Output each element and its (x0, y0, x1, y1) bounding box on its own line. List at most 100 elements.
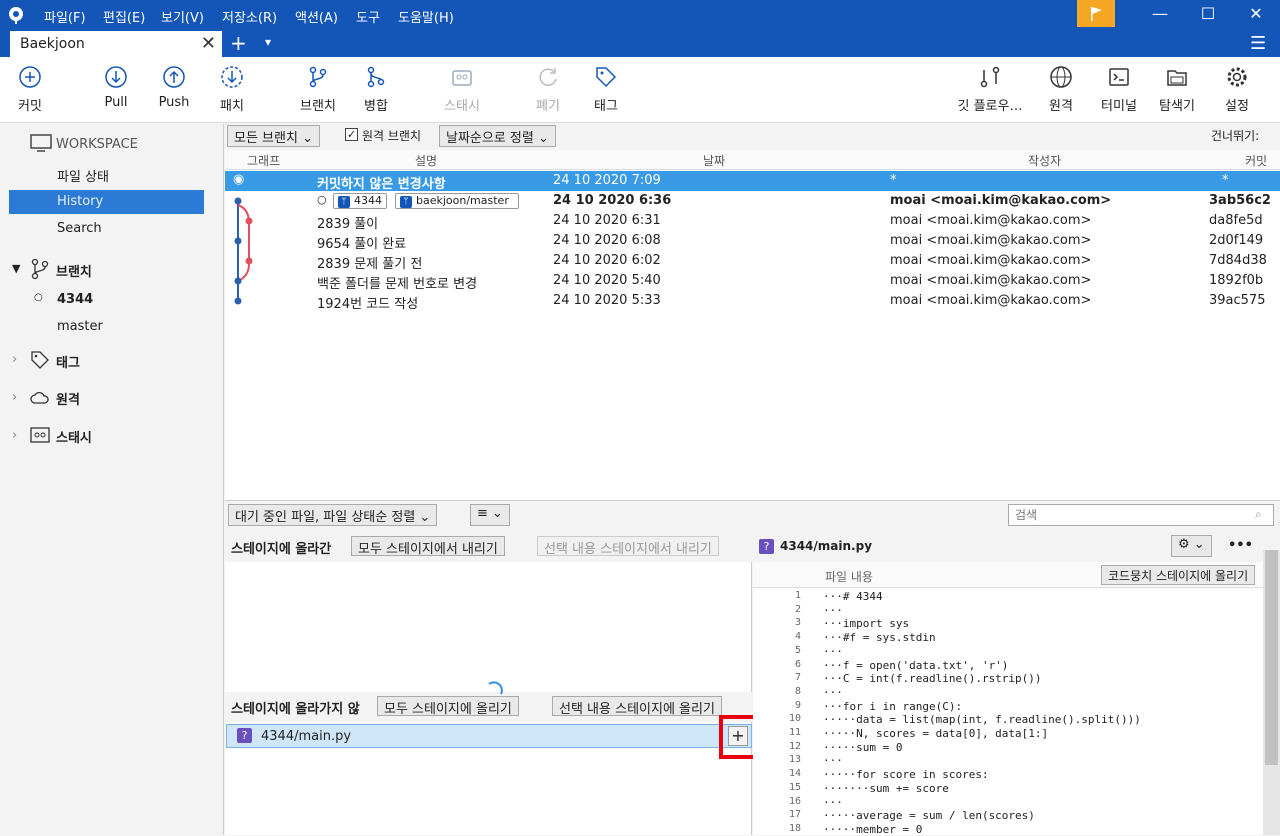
tab-label: Baekjoon (20, 36, 85, 52)
col-graph[interactable]: 그래프 (247, 152, 280, 169)
commit-button[interactable]: 커밋 (0, 65, 60, 114)
explorer-label: 탐색기 (1159, 99, 1195, 114)
menu-view[interactable]: 보기(V) (161, 7, 204, 26)
line-number: 4 (794, 631, 801, 643)
remote-badge-master[interactable]: ᛘ baekjoon/master (395, 193, 519, 209)
col-author[interactable]: 작성자 (1028, 152, 1061, 169)
tag-button[interactable]: 태그 (576, 65, 636, 114)
patch-button[interactable]: 패치 (202, 65, 262, 114)
col-date[interactable]: 날짜 (703, 152, 725, 169)
sidebar-section-branches[interactable]: 브랜치 (56, 261, 92, 280)
remote-label: 원격 (1049, 99, 1073, 114)
stash-icon (30, 426, 50, 448)
line-number: 3 (794, 617, 801, 629)
all-branches-dropdown[interactable]: 모든 브랜치 ⌄ (227, 125, 320, 147)
unstage-all-button[interactable]: 모두 스테이지에서 내리기 (351, 536, 505, 557)
sidebar-item-branch-master[interactable]: master (57, 319, 103, 334)
merge-button[interactable]: 병합 (346, 65, 406, 114)
sidebar-item-search[interactable]: Search (57, 221, 102, 236)
view-mode-dropdown[interactable]: ≡ ⌄ (470, 504, 510, 526)
line-number: 15 (788, 781, 801, 793)
code-line: ··· (823, 644, 843, 658)
pull-button[interactable]: Pull (86, 65, 146, 110)
gitflow-button[interactable]: 깃 플로우… (952, 65, 1028, 114)
maximize-icon[interactable]: ☐ (1193, 4, 1223, 26)
menu-edit[interactable]: 편집(E) (103, 7, 145, 26)
tab-dropdown-icon[interactable]: ▾ (265, 35, 271, 49)
sidebar-item-file-status[interactable]: 파일 상태 (57, 166, 109, 185)
ref-badges: ᛘ 4344 ᛘ baekjoon/master (333, 193, 527, 209)
discard-label: 폐기 (536, 99, 560, 114)
flag-icon[interactable] (1077, 0, 1115, 27)
col-description[interactable]: 설명 (415, 152, 437, 169)
tab-baekjoon[interactable]: Baekjoon ✕ (10, 31, 222, 57)
tag-icon (596, 67, 617, 88)
unstaged-file-row[interactable]: ? 4344/main.py (226, 724, 752, 748)
chevron-right-icon[interactable]: › (12, 428, 17, 443)
diff-options-dropdown[interactable]: ⚙ ⌄ (1171, 535, 1212, 557)
settings-button[interactable]: 설정 (1207, 65, 1267, 114)
chevron-right-icon[interactable]: › (12, 352, 17, 367)
history-row[interactable]: 1924번 코드 작성 24 10 2020 5:33 moai <moai.k… (225, 291, 1280, 312)
uncommitted-node-icon: ◉ (233, 172, 245, 187)
history-row[interactable]: 백준 폴더를 문제 번호로 변경 24 10 2020 5:40 moai <m… (225, 271, 1280, 292)
terminal-label: 터미널 (1101, 99, 1137, 114)
stage-selected-button[interactable]: 선택 내용 스테이지에 올리기 (552, 696, 722, 717)
history-panel: 모든 브랜치 ⌄ ✓ 원격 브랜치 날짜순으로 정렬 ⌄ 건너뛰기: 그래프 설… (225, 124, 1280, 500)
scrollbar-thumb[interactable] (1265, 550, 1278, 765)
sidebar-section-remotes[interactable]: 원격 (56, 389, 80, 408)
explorer-button[interactable]: 탐색기 (1147, 65, 1207, 114)
skip-label: 건너뛰기: (1211, 129, 1260, 143)
unstage-selected-button[interactable]: 선택 내용 스테이지에서 내리기 (537, 536, 719, 557)
sidebar-section-stashes[interactable]: 스태시 (56, 427, 92, 446)
hamburger-icon[interactable]: ☰ (1250, 33, 1266, 54)
menu-help[interactable]: 도움말(H) (398, 7, 454, 26)
search-input[interactable] (1008, 504, 1274, 526)
history-row[interactable]: 2839 풀이 24 10 2020 6:31 moai <moai.kim@k… (225, 211, 1280, 232)
terminal-button[interactable]: 터미널 (1089, 65, 1149, 114)
line-number: 18 (788, 822, 801, 834)
col-commit[interactable]: 커밋 (1245, 152, 1267, 169)
new-tab-button[interactable]: + (230, 31, 247, 55)
close-window-icon[interactable]: ✕ (1241, 4, 1271, 26)
scrollbar[interactable] (1263, 550, 1280, 835)
stage-hunk-button[interactable]: 코드뭉치 스테이지에 올리기 (1101, 565, 1256, 585)
discard-button[interactable]: 폐기 (518, 65, 578, 114)
chevron-right-icon[interactable]: › (12, 390, 17, 405)
staged-title: 스테이지에 올라간 (231, 542, 332, 557)
remote-button[interactable]: 원격 (1031, 65, 1091, 114)
minimize-icon[interactable]: — (1145, 4, 1175, 26)
history-row[interactable]: 2839 문제 풀기 전 24 10 2020 6:02 moai <moai.… (225, 251, 1280, 272)
branch-badge-4344[interactable]: ᛘ 4344 (333, 193, 387, 209)
push-label: Push (158, 95, 190, 110)
close-tab-icon[interactable]: ✕ (201, 33, 216, 54)
sidebar-item-branch-4344[interactable]: 4344 (57, 292, 93, 307)
row-commit: 39ac575 (1209, 293, 1266, 308)
history-row[interactable]: 9654 풀이 완료 24 10 2020 6:08 moai <moai.ki… (225, 231, 1280, 252)
diff-file-name: 4344/main.py (780, 539, 873, 553)
pending-files-dropdown[interactable]: 대기 중인 파일, 파일 상태순 정렬 ⌄ (228, 504, 438, 526)
badge-label: 4344 (354, 194, 382, 207)
chevron-down-icon[interactable]: ▼ (12, 262, 20, 275)
sidebar-item-history[interactable]: History (9, 190, 204, 214)
history-row-uncommitted[interactable]: ◉ 커밋하지 않은 변경사항 24 10 2020 7:09 * * (225, 171, 1280, 192)
stage-file-button[interactable]: + (728, 726, 748, 746)
row-date: 24 10 2020 6:36 (553, 193, 672, 208)
branch-button[interactable]: 브랜치 (288, 65, 348, 114)
remote-branch-checkbox[interactable]: ✓ (345, 128, 358, 141)
history-row[interactable]: ○ ᛘ 4344 ᛘ baekjoon/master 24 10 2020 6:36 … (225, 191, 1280, 211)
branch-badge-icon: ᛘ (338, 196, 350, 208)
menu-tools[interactable]: 도구 (356, 7, 380, 26)
sidebar-section-tags[interactable]: 태그 (56, 352, 80, 371)
push-button[interactable]: Push (144, 65, 204, 110)
sort-dropdown[interactable]: 날짜순으로 정렬 ⌄ (439, 125, 556, 147)
menu-repository[interactable]: 저장소(R) (222, 7, 277, 26)
unknown-file-icon: ? (759, 539, 774, 554)
menu-action[interactable]: 액션(A) (295, 7, 338, 26)
menu-file[interactable]: 파일(F) (44, 7, 86, 26)
row-commit: 2d0f149 (1209, 233, 1264, 248)
more-options-icon[interactable]: ••• (1228, 538, 1253, 553)
stash-button[interactable]: 스태시 (432, 65, 492, 114)
diff-header: ? 4344/main.py ⚙ ⌄ ••• (753, 532, 1280, 562)
line-number: 2 (794, 603, 801, 615)
